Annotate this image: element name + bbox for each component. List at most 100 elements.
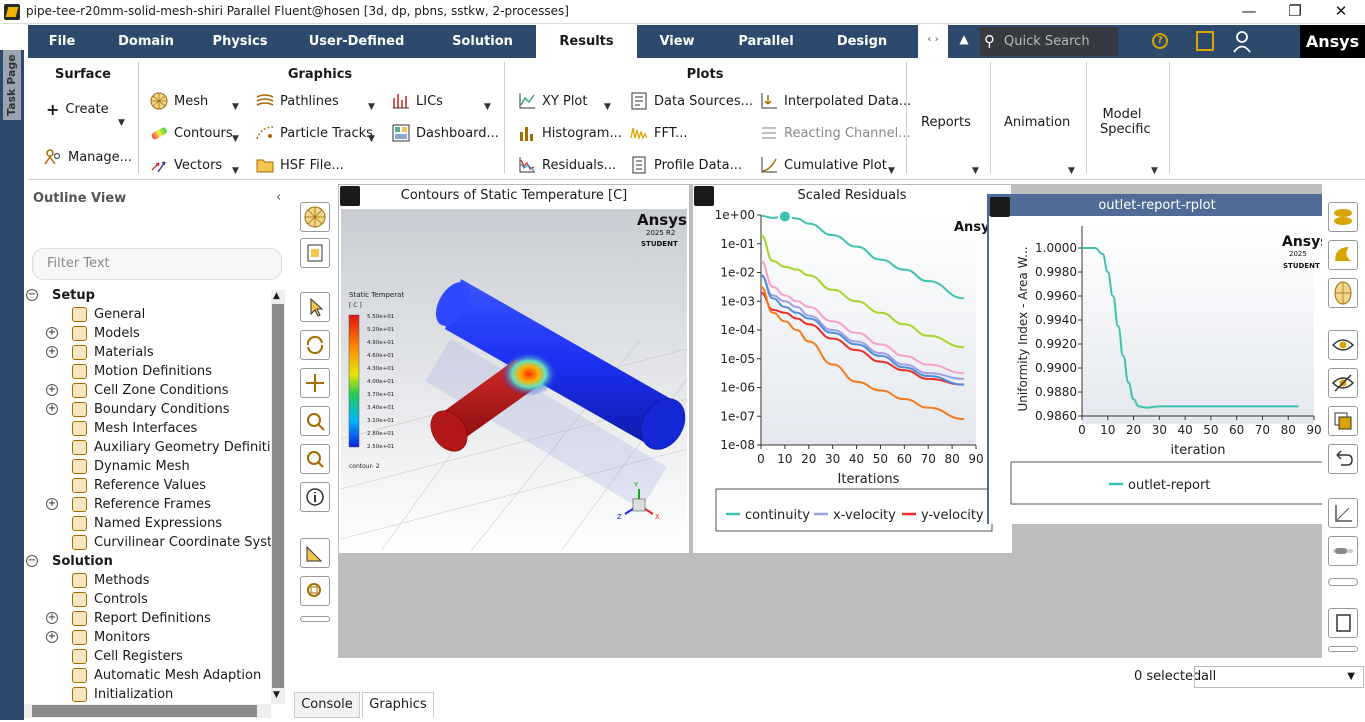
- expand-node-icon[interactable]: +: [46, 498, 58, 510]
- expand-node-icon[interactable]: +: [46, 403, 58, 415]
- plots-histogram-button[interactable]: Histogram...: [518, 124, 622, 142]
- menu-results[interactable]: Results: [536, 25, 637, 58]
- select-pointer-icon[interactable]: [300, 292, 330, 322]
- minimize-button[interactable]: —: [1226, 1, 1272, 23]
- probe-info-icon[interactable]: [300, 482, 330, 512]
- graphics-mesh-button[interactable]: Mesh: [150, 92, 208, 110]
- notes-icon[interactable]: [1196, 31, 1214, 51]
- surface-create-button[interactable]: + Create: [46, 100, 109, 119]
- graphics-particle-tracks-button[interactable]: Particle Tracks: [256, 124, 373, 142]
- tree-node-report-definitions[interactable]: + Report Definitions: [24, 609, 271, 628]
- reports-dropdown-icon[interactable]: ▼: [972, 166, 979, 176]
- animation-dropdown-icon[interactable]: ▼: [1068, 166, 1075, 176]
- view-isometric-icon[interactable]: [1328, 240, 1358, 270]
- right-toolbar-handle[interactable]: [1328, 578, 1358, 586]
- tree-node-initialization[interactable]: Initialization: [24, 685, 271, 704]
- tree-node-monitors[interactable]: + Monitors: [24, 628, 271, 647]
- ruler-icon[interactable]: [300, 538, 330, 568]
- model-specific-dropdown-icon[interactable]: ▼: [1151, 166, 1158, 176]
- cumulative-plot-dropdown-icon[interactable]: ▼: [888, 166, 895, 176]
- report-plot-panel[interactable]: outlet-report-rplot Ansys 2025 STUDENT 1…: [987, 194, 1327, 524]
- tree-node-reference-values[interactable]: Reference Values: [24, 476, 271, 495]
- tree-node-mesh-interfaces[interactable]: Mesh Interfaces: [24, 419, 271, 438]
- graphics-vectors-button[interactable]: Vectors: [150, 156, 222, 174]
- mesh-display-icon[interactable]: [300, 202, 330, 232]
- zoom-to-area-icon[interactable]: [300, 444, 330, 474]
- tab-graphics[interactable]: Graphics: [362, 692, 434, 718]
- view-front-icon[interactable]: [1328, 202, 1358, 232]
- collapse-node-icon[interactable]: −: [26, 555, 38, 567]
- tree-node-models[interactable]: + Models: [24, 324, 271, 343]
- plots-fft-button[interactable]: FFT...: [630, 124, 688, 142]
- tree-node-reference-frames[interactable]: + Reference Frames: [24, 495, 271, 514]
- page-copy-icon[interactable]: [1328, 608, 1358, 638]
- surface-manage-button[interactable]: Manage...: [44, 148, 132, 166]
- tree-node-motion-definitions[interactable]: Motion Definitions: [24, 362, 271, 381]
- expand-node-icon[interactable]: +: [46, 346, 58, 358]
- tree-node-cell-zone-conditions[interactable]: + Cell Zone Conditions: [24, 381, 271, 400]
- residuals-chart[interactable]: Ansys 1e+001e-011e-021e-031e-041e-051e-0…: [694, 209, 1012, 553]
- copy-window-icon[interactable]: [1328, 406, 1358, 436]
- tree-node-solution[interactable]: − Solution: [24, 552, 271, 571]
- mesh-dropdown-icon[interactable]: ▼: [232, 102, 239, 112]
- zoom-in-out-icon[interactable]: [300, 406, 330, 436]
- plots-interpolated-data-button[interactable]: Interpolated Data...: [760, 92, 911, 110]
- open-file-icon[interactable]: [300, 238, 330, 268]
- tree-node-automatic-mesh-adaption[interactable]: Automatic Mesh Adaption: [24, 666, 271, 685]
- model-specific-group[interactable]: Model Specific: [1100, 107, 1151, 137]
- scrollbar-thumb[interactable]: [272, 304, 284, 688]
- residuals-plot-panel[interactable]: Scaled Residuals Ansys 1e+00 1e-01 1e-02 1e…: [692, 184, 1012, 554]
- plots-cumulative-plot-button[interactable]: Cumulative Plot: [760, 156, 887, 174]
- menu-file[interactable]: File: [28, 25, 96, 58]
- vectors-dropdown-icon[interactable]: ▼: [232, 166, 239, 176]
- expand-node-icon[interactable]: +: [46, 384, 58, 396]
- quick-search-input[interactable]: ⚲ Quick Search (Ctr...: [980, 27, 1118, 78]
- tree-node-cell-registers[interactable]: Cell Registers: [24, 647, 271, 666]
- reports-group[interactable]: Reports: [921, 115, 971, 130]
- toolbar-more-handle[interactable]: [300, 616, 330, 622]
- slider-toggle-icon[interactable]: [1328, 536, 1358, 566]
- tree-node-auxiliary-geometry-definitions[interactable]: Auxiliary Geometry Definitions: [24, 438, 271, 457]
- tree-node-materials[interactable]: + Materials: [24, 343, 271, 362]
- expand-node-icon[interactable]: +: [46, 327, 58, 339]
- contours-dropdown-icon[interactable]: ▼: [232, 134, 239, 144]
- pan-icon[interactable]: [300, 368, 330, 398]
- surface-create-dropdown-icon[interactable]: ▼: [118, 118, 125, 128]
- show-eye-icon[interactable]: [1328, 330, 1358, 360]
- contour-graphics-panel[interactable]: Contours of Static Temperature [C] Stati…: [338, 184, 690, 554]
- tree-node-curvilinear-coordinate-system[interactable]: Curvilinear Coordinate System: [24, 533, 271, 552]
- help-icon[interactable]: ?: [1152, 33, 1168, 49]
- plots-residuals-button[interactable]: Residuals...: [518, 156, 616, 174]
- close-button[interactable]: ✕: [1318, 1, 1364, 23]
- pathlines-dropdown-icon[interactable]: ▼: [368, 102, 375, 112]
- menu-parallel[interactable]: Parallel: [717, 25, 815, 58]
- restore-button[interactable]: ❐: [1272, 1, 1318, 23]
- menu-scroll-arrows[interactable]: ‹ ›: [918, 25, 948, 58]
- menu-solution[interactable]: Solution: [429, 25, 536, 58]
- view-mesh-icon[interactable]: [1328, 278, 1358, 308]
- graphics-pathlines-button[interactable]: Pathlines: [256, 92, 339, 110]
- plots-reacting-channel-button[interactable]: Reacting Channel...: [760, 124, 911, 142]
- tree-node-general[interactable]: General: [24, 305, 271, 324]
- scrollbar-thumb[interactable]: [32, 705, 257, 717]
- plots-data-sources-button[interactable]: Data Sources...: [630, 92, 753, 110]
- menu-user-defined[interactable]: User-Defined: [284, 25, 429, 58]
- undo-view-icon[interactable]: [1328, 444, 1358, 474]
- tree-node-controls[interactable]: Controls: [24, 590, 271, 609]
- graphics-lics-button[interactable]: LICs: [392, 92, 443, 110]
- menu-design[interactable]: Design: [815, 25, 909, 58]
- collapse-ribbon-icon[interactable]: ▲: [956, 32, 972, 48]
- menu-domain[interactable]: Domain: [96, 25, 196, 58]
- user-icon[interactable]: [1232, 29, 1252, 53]
- menu-view[interactable]: View: [637, 25, 717, 58]
- tree-node-setup[interactable]: − Setup: [24, 286, 271, 305]
- collapse-node-icon[interactable]: −: [26, 289, 38, 301]
- scroll-down-icon[interactable]: ▼: [273, 690, 280, 700]
- graphics-hsf-file-button[interactable]: HSF File...: [256, 156, 344, 174]
- selection-filter-select[interactable]: all ▼: [1194, 666, 1364, 688]
- animation-group[interactable]: Animation: [1004, 115, 1070, 130]
- tree-node-named-expressions[interactable]: Named Expressions: [24, 514, 271, 533]
- menu-physics[interactable]: Physics: [196, 25, 284, 58]
- data-point-marker[interactable]: [777, 209, 792, 224]
- expand-node-icon[interactable]: +: [46, 612, 58, 624]
